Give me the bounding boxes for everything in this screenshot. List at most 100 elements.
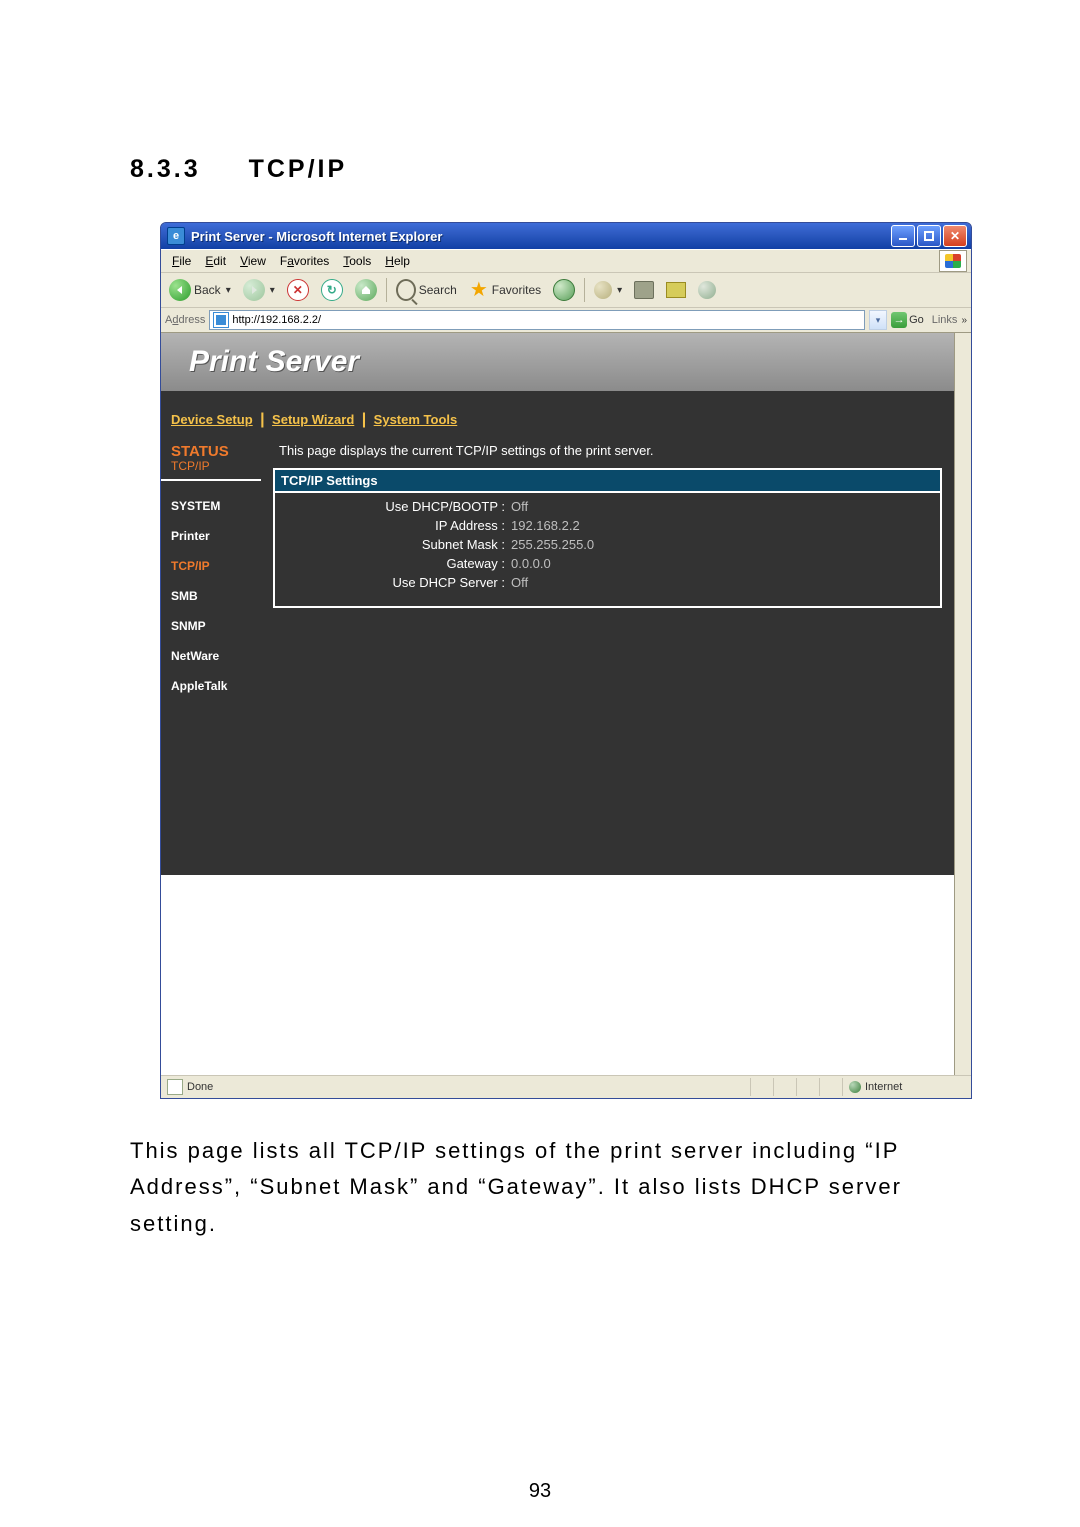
sidebar-item-printer[interactable]: Printer — [171, 521, 271, 551]
setting-key: Use DHCP Server : — [275, 575, 505, 590]
sidebar-item-tcpip[interactable]: TCP/IP — [171, 551, 271, 581]
menu-favorites[interactable]: Favorites — [273, 252, 336, 270]
top-nav: Device Setup | Setup Wizard | System Too… — [161, 391, 954, 435]
topnav-setup-wizard[interactable]: Setup Wizard — [272, 412, 354, 427]
caret-icon: ▾ — [617, 285, 622, 296]
setting-key: Gateway : — [275, 556, 505, 571]
scrollbar[interactable] — [954, 333, 971, 1075]
status-cell — [750, 1078, 773, 1096]
back-label: Back — [194, 283, 221, 297]
toolbar: Back ▾ ▾ ✕ ↻ Search ★ Favorites — [161, 273, 971, 308]
menu-file[interactable]: File — [165, 252, 198, 270]
search-button[interactable]: Search — [392, 278, 461, 302]
status-cell — [773, 1078, 796, 1096]
settings-box-title: TCP/IP Settings — [275, 470, 940, 493]
favorites-label: Favorites — [492, 283, 541, 297]
setting-value: Off — [505, 499, 528, 514]
mail-button[interactable] — [662, 278, 690, 302]
sidebar-item-system[interactable]: SYSTEM — [171, 491, 271, 521]
go-icon: → — [891, 312, 907, 328]
status-bar: Done Internet — [161, 1075, 971, 1098]
sidebar: STATUS TCP/IP SYSTEM Printer TCP/IP SMB … — [161, 435, 271, 875]
setting-row: Gateway : 0.0.0.0 — [275, 554, 940, 573]
ie-icon: e — [167, 227, 185, 245]
setting-key: Subnet Mask : — [275, 537, 505, 552]
printer-icon — [634, 281, 654, 299]
status-cell — [796, 1078, 819, 1096]
page-icon — [213, 312, 229, 328]
search-label: Search — [419, 283, 457, 297]
content-area: Print Server Device Setup | Setup Wizard… — [161, 333, 971, 1075]
banner-title: Print Server — [189, 345, 359, 379]
panel-intro-text: This page displays the current TCP/IP se… — [273, 441, 948, 468]
nav-separator: | — [359, 411, 369, 428]
page-banner: Print Server — [161, 333, 954, 391]
title-bar: e Print Server - Microsoft Internet Expl… — [161, 223, 971, 249]
caret-icon: ▾ — [226, 285, 231, 296]
go-button[interactable]: →Go — [891, 311, 924, 329]
status-zone: Internet — [842, 1078, 969, 1096]
back-button[interactable]: Back ▾ — [165, 278, 235, 302]
close-button[interactable]: ✕ — [943, 225, 967, 247]
setting-value: Off — [505, 575, 528, 590]
sidebar-item-snmp[interactable]: SNMP — [171, 611, 271, 641]
topnav-device-setup[interactable]: Device Setup — [171, 412, 253, 427]
sidebar-item-appletalk[interactable]: AppleTalk — [171, 671, 271, 701]
home-button[interactable] — [351, 278, 381, 302]
sidebar-status-header: STATUS — [171, 443, 271, 460]
menu-view[interactable]: View — [233, 252, 273, 270]
window-title: Print Server - Microsoft Internet Explor… — [191, 229, 891, 244]
stop-button[interactable]: ✕ — [283, 278, 313, 302]
status-page-icon — [167, 1079, 183, 1095]
topnav-system-tools[interactable]: System Tools — [374, 412, 458, 427]
refresh-icon: ↻ — [321, 279, 343, 301]
menu-bar: File Edit View Favorites Tools Help — [161, 249, 971, 273]
status-cell — [819, 1078, 842, 1096]
toolbar-separator — [386, 278, 387, 302]
section-heading: 8.3.3TCP/IP — [130, 155, 980, 184]
section-title: TCP/IP — [249, 155, 348, 183]
forward-icon — [243, 279, 265, 301]
blank-area — [161, 875, 954, 1075]
history-button[interactable] — [549, 278, 579, 302]
settings-box: TCP/IP Settings Use DHCP/BOOTP : Off IP … — [273, 468, 942, 608]
star-icon: ★ — [469, 280, 489, 300]
go-label: Go — [909, 314, 924, 326]
page-number: 93 — [0, 1480, 1080, 1503]
maximize-button[interactable] — [917, 225, 941, 247]
sidebar-item-smb[interactable]: SMB — [171, 581, 271, 611]
address-label: Address — [165, 314, 205, 326]
setting-row: Use DHCP/BOOTP : Off — [275, 497, 940, 516]
sidebar-divider — [161, 479, 261, 481]
setting-value: 0.0.0.0 — [505, 556, 551, 571]
search-icon — [396, 280, 416, 300]
print-button[interactable] — [630, 278, 658, 302]
setting-row: Subnet Mask : 255.255.255.0 — [275, 535, 940, 554]
menu-help[interactable]: Help — [378, 252, 417, 270]
minimize-button[interactable] — [891, 225, 915, 247]
forward-button[interactable]: ▾ — [239, 278, 279, 302]
favorites-button[interactable]: ★ Favorites — [465, 278, 545, 302]
setting-key: IP Address : — [275, 518, 505, 533]
sidebar-item-netware[interactable]: NetWare — [171, 641, 271, 671]
links-label[interactable]: Links — [932, 314, 958, 326]
links-expand-icon[interactable]: » — [961, 315, 967, 326]
main-panel: This page displays the current TCP/IP se… — [271, 435, 954, 875]
refresh-button[interactable]: ↻ — [317, 278, 347, 302]
settings-list: Use DHCP/BOOTP : Off IP Address : 192.16… — [275, 493, 940, 606]
menu-tools[interactable]: Tools — [336, 252, 378, 270]
stop-icon: ✕ — [287, 279, 309, 301]
back-icon — [169, 279, 191, 301]
address-input[interactable]: http://192.168.2.2/ — [209, 310, 865, 330]
address-bar: Address http://192.168.2.2/ ▾ →Go Links … — [161, 308, 971, 333]
address-url: http://192.168.2.2/ — [232, 314, 321, 326]
menu-edit[interactable]: Edit — [198, 252, 233, 270]
setting-row: Use DHCP Server : Off — [275, 573, 940, 592]
setting-row: IP Address : 192.168.2.2 — [275, 516, 940, 535]
links-button[interactable] — [694, 278, 720, 302]
media-button[interactable]: ▾ — [590, 278, 626, 302]
address-dropdown[interactable]: ▾ — [869, 310, 887, 330]
home-icon — [355, 279, 377, 301]
setting-value: 192.168.2.2 — [505, 518, 580, 533]
link-icon — [698, 281, 716, 299]
